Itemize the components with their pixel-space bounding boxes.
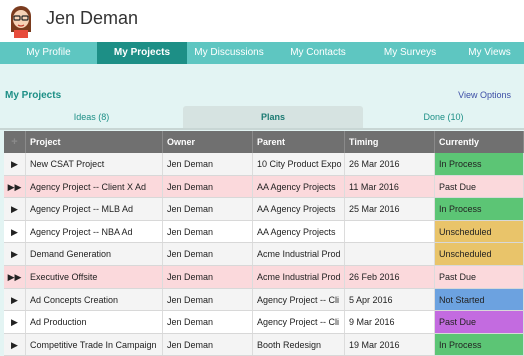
owner-cell: Jen Deman — [163, 220, 253, 243]
status-badge: Unscheduled — [435, 243, 524, 265]
col-currently[interactable]: Currently — [435, 131, 524, 153]
table-row[interactable]: ▶ Demand Generation Jen Deman Acme Indus… — [4, 243, 524, 266]
timing-cell: 19 Mar 2016 — [345, 333, 435, 356]
timing-cell: 25 Mar 2016 — [345, 198, 435, 220]
table-header: + Project Owner Parent Timing Currently — [4, 131, 524, 153]
tab-divider — [0, 128, 524, 130]
avatar[interactable] — [6, 4, 36, 38]
col-owner[interactable]: Owner — [163, 131, 253, 153]
expand-icon[interactable]: ▶ — [4, 333, 26, 356]
parent-cell: Agency Project -- Cli — [253, 288, 345, 311]
table-row[interactable]: ▶ Agency Project -- MLB Ad Jen Deman AA … — [4, 198, 524, 221]
status-badge: In Process — [435, 153, 524, 175]
main-nav: My Profile My Projects My Discussions My… — [0, 42, 524, 64]
project-name[interactable]: Demand Generation — [26, 243, 163, 265]
parent-cell: AA Agency Projects — [253, 198, 345, 220]
expand-icon[interactable]: ▶ — [4, 288, 26, 311]
owner-cell: Jen Deman — [163, 333, 253, 356]
owner-cell: Jen Deman — [163, 288, 253, 311]
nav-my-projects[interactable]: My Projects — [97, 42, 187, 64]
projects-table: + Project Owner Parent Timing Currently … — [4, 131, 524, 356]
parent-cell: Acme Industrial Prod — [253, 243, 345, 265]
expand-icon[interactable]: ▶ — [4, 153, 26, 175]
parent-cell: Booth Redesign — [253, 333, 345, 356]
owner-cell: Jen Deman — [163, 311, 253, 333]
expand-icon[interactable]: ▶ — [4, 243, 26, 265]
timing-cell — [345, 243, 435, 265]
owner-cell: Jen Deman — [163, 198, 253, 220]
owner-cell: Jen Deman — [163, 243, 253, 265]
parent-cell: AA Agency Projects — [253, 175, 345, 198]
timing-cell: 5 Apr 2016 — [345, 288, 435, 311]
col-project[interactable]: Project — [26, 131, 163, 153]
col-parent[interactable]: Parent — [253, 131, 345, 153]
project-name[interactable]: New CSAT Project — [26, 153, 163, 175]
table-row[interactable]: ▶ Ad Concepts Creation Jen Deman Agency … — [4, 288, 524, 312]
project-name[interactable]: Agency Project -- MLB Ad — [26, 198, 163, 220]
expand-icon[interactable]: ▶ — [4, 198, 26, 220]
status-badge: Unscheduled — [435, 220, 524, 243]
status-badge: Past Due — [435, 265, 524, 288]
project-name[interactable]: Competitive Trade In Campaign — [26, 333, 163, 356]
expand-icon[interactable]: ▶▶ — [4, 265, 26, 288]
table-row[interactable]: ▶▶ Agency Project -- Client X Ad Jen Dem… — [4, 175, 524, 199]
table-row[interactable]: ▶ Competitive Trade In Campaign Jen Dema… — [4, 333, 524, 356]
status-badge: Past Due — [435, 175, 524, 198]
timing-cell: 11 Mar 2016 — [345, 175, 435, 198]
view-options-link[interactable]: View Options — [458, 90, 511, 100]
expand-icon[interactable]: ▶ — [4, 311, 26, 333]
tab-ideas[interactable]: Ideas (8) — [0, 106, 183, 129]
project-name[interactable]: Ad Production — [26, 311, 163, 333]
status-badge: Not Started — [435, 288, 524, 311]
section-title: My Projects — [5, 90, 62, 101]
project-name[interactable]: Agency Project -- NBA Ad — [26, 220, 163, 243]
parent-cell: Acme Industrial Prod — [253, 265, 345, 288]
nav-my-contacts[interactable]: My Contacts — [271, 42, 365, 64]
timing-cell: 9 Mar 2016 — [345, 311, 435, 333]
parent-cell: AA Agency Projects — [253, 220, 345, 243]
add-project-icon[interactable]: + — [4, 131, 26, 153]
table-row[interactable]: ▶▶ Executive Offsite Jen Deman Acme Indu… — [4, 265, 524, 289]
col-timing[interactable]: Timing — [345, 131, 435, 153]
project-name[interactable]: Ad Concepts Creation — [26, 288, 163, 311]
timing-cell: 26 Mar 2016 — [345, 153, 435, 175]
nav-my-surveys[interactable]: My Surveys — [365, 42, 455, 64]
project-name[interactable]: Agency Project -- Client X Ad — [26, 175, 163, 198]
timing-cell — [345, 220, 435, 243]
nav-my-views[interactable]: My Views — [455, 42, 524, 64]
tab-done[interactable]: Done (10) — [363, 106, 524, 129]
table-row[interactable]: ▶ Ad Production Jen Deman Agency Project… — [4, 311, 524, 334]
owner-cell: Jen Deman — [163, 265, 253, 288]
expand-icon[interactable]: ▶ — [4, 220, 26, 243]
status-badge: In Process — [435, 198, 524, 220]
status-badge: In Process — [435, 333, 524, 356]
table-row[interactable]: ▶ Agency Project -- NBA Ad Jen Deman AA … — [4, 220, 524, 244]
project-name[interactable]: Executive Offsite — [26, 265, 163, 288]
owner-cell: Jen Deman — [163, 175, 253, 198]
nav-my-discussions[interactable]: My Discussions — [187, 42, 271, 64]
parent-cell: Agency Project -- Cli — [253, 311, 345, 333]
parent-cell: 10 City Product Expo — [253, 153, 345, 175]
app-header: Jen Deman — [0, 0, 524, 42]
tab-bar: Ideas (8) Plans Done (10) — [0, 106, 524, 129]
status-badge: Past Due — [435, 311, 524, 333]
tab-plans[interactable]: Plans — [183, 106, 363, 129]
timing-cell: 26 Feb 2016 — [345, 265, 435, 288]
table-row[interactable]: ▶ New CSAT Project Jen Deman 10 City Pro… — [4, 153, 524, 176]
nav-my-profile[interactable]: My Profile — [0, 42, 97, 64]
expand-icon[interactable]: ▶▶ — [4, 175, 26, 198]
owner-cell: Jen Deman — [163, 153, 253, 175]
user-name: Jen Deman — [46, 8, 139, 28]
